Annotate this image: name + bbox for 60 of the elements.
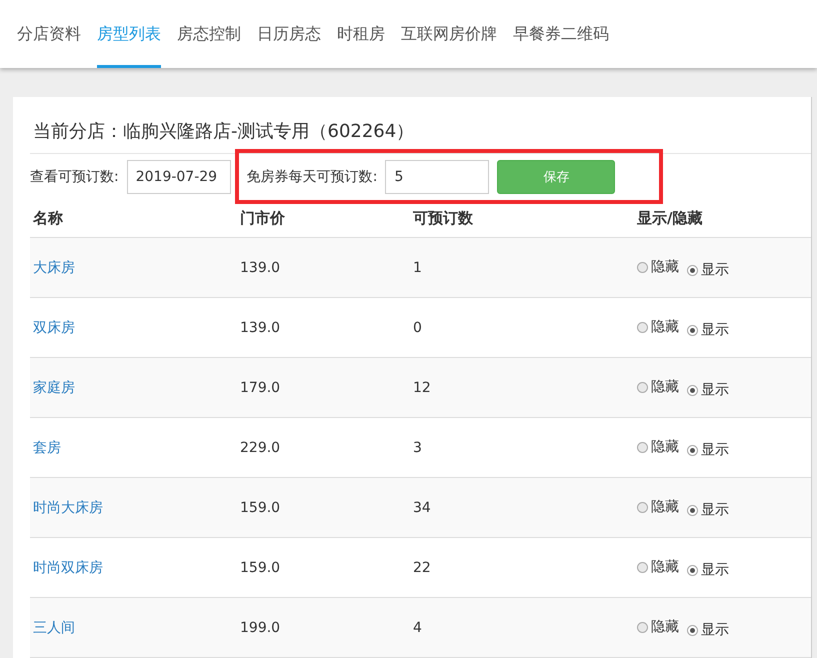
- room-name-link[interactable]: 时尚大床房: [33, 500, 103, 516]
- date-label: 查看可预订数:: [30, 168, 119, 186]
- price-text: 139.0: [240, 320, 280, 336]
- price-text: 179.0: [240, 380, 280, 396]
- radio-label[interactable]: 隐藏: [651, 378, 679, 396]
- nav-tab[interactable]: 互联网房价牌: [401, 0, 497, 68]
- radio-button[interactable]: [687, 324, 698, 336]
- available-count: 12: [413, 380, 431, 396]
- radio-label[interactable]: 隐藏: [651, 258, 679, 276]
- radio-label[interactable]: 显示: [701, 321, 729, 339]
- price-text: 139.0: [240, 260, 280, 276]
- radio-label[interactable]: 显示: [701, 381, 729, 399]
- radio-label[interactable]: 显示: [701, 621, 729, 639]
- available-count: 1: [413, 260, 422, 276]
- radio-button[interactable]: [637, 502, 648, 512]
- radio-label[interactable]: 显示: [701, 561, 729, 579]
- room-name-link[interactable]: 双床房: [33, 320, 75, 336]
- quota-field[interactable]: 5: [385, 160, 490, 194]
- nav-tab[interactable]: 早餐券二维码: [513, 0, 609, 68]
- store-title: 当前分店：临朐兴隆路店-测试专用（602264）: [30, 115, 811, 154]
- room-name-link[interactable]: 套房: [33, 440, 61, 456]
- available-count: 4: [413, 620, 422, 636]
- available-count: 3: [413, 440, 422, 456]
- nav-tab[interactable]: 日历房态: [257, 0, 321, 68]
- price-text: 199.0: [240, 620, 280, 636]
- price-text: 229.0: [240, 440, 280, 456]
- radio-label[interactable]: 隐藏: [651, 498, 679, 516]
- room-name-link[interactable]: 时尚双床房: [33, 560, 103, 576]
- radio-button[interactable]: [687, 564, 698, 576]
- radio-button[interactable]: [637, 382, 648, 392]
- room-name-link[interactable]: 大床房: [33, 260, 75, 276]
- nav-tab[interactable]: 时租房: [337, 0, 385, 68]
- price-text: 159.0: [240, 560, 280, 576]
- nav-tab[interactable]: 房态控制: [177, 0, 241, 68]
- radio-button[interactable]: [687, 504, 698, 516]
- date-field[interactable]: 2019-07-29: [126, 160, 231, 194]
- room-name-link[interactable]: 家庭房: [33, 380, 75, 396]
- quota-label: 免房券每天可预订数:: [246, 168, 378, 186]
- radio-label[interactable]: 显示: [701, 261, 729, 279]
- room-name-link[interactable]: 三人间: [33, 620, 75, 636]
- radio-label[interactable]: 隐藏: [651, 318, 679, 336]
- price-text: 159.0: [240, 500, 280, 516]
- radio-label[interactable]: 显示: [701, 501, 729, 519]
- radio-button[interactable]: [637, 562, 648, 572]
- radio-label[interactable]: 隐藏: [651, 618, 679, 636]
- radio-button[interactable]: [637, 622, 648, 632]
- radio-button[interactable]: [687, 444, 698, 456]
- radio-button[interactable]: [637, 262, 648, 272]
- radio-button[interactable]: [687, 384, 698, 396]
- radio-label[interactable]: 隐藏: [651, 558, 679, 576]
- radio-button[interactable]: [687, 264, 698, 276]
- radio-button[interactable]: [687, 624, 698, 636]
- available-count: 34: [413, 500, 431, 516]
- nav-tab[interactable]: 分店资料: [17, 0, 81, 68]
- radio-button[interactable]: [637, 322, 648, 332]
- radio-label[interactable]: 隐藏: [651, 438, 679, 456]
- radio-button[interactable]: [637, 442, 648, 452]
- available-count: 0: [413, 320, 422, 336]
- available-count: 22: [413, 560, 431, 576]
- radio-label[interactable]: 显示: [701, 441, 729, 459]
